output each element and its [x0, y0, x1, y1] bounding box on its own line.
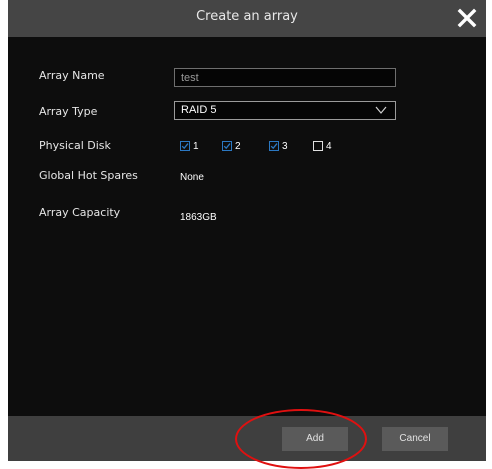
- create-array-dialog: Create an array Array Name Array Type RA…: [8, 0, 486, 461]
- close-icon[interactable]: [457, 8, 477, 28]
- array-capacity-label: Array Capacity: [39, 206, 121, 219]
- checkbox-checked-icon: [269, 141, 279, 151]
- disk-label: 1: [193, 140, 199, 152]
- disk-label: 3: [282, 140, 288, 152]
- array-type-select[interactable]: RAID 5: [174, 101, 396, 120]
- hot-spares-label: Global Hot Spares: [39, 169, 138, 182]
- array-capacity-value: 1863GB: [180, 212, 217, 223]
- dialog-footer: Add Cancel: [8, 416, 486, 461]
- disk-checkbox-1[interactable]: 1: [180, 139, 199, 153]
- physical-disk-label: Physical Disk: [39, 139, 111, 152]
- checkbox-checked-icon: [180, 141, 190, 151]
- chevron-down-icon: [375, 106, 387, 115]
- disk-label: 2: [235, 140, 241, 152]
- disk-checkbox-3[interactable]: 3: [269, 139, 288, 153]
- checkbox-unchecked-icon: [313, 141, 323, 151]
- array-type-label: Array Type: [39, 105, 98, 118]
- checkbox-checked-icon: [222, 141, 232, 151]
- array-type-value: RAID 5: [181, 104, 217, 116]
- add-button[interactable]: Add: [282, 427, 348, 451]
- hot-spares-value: None: [180, 172, 204, 183]
- array-name-label: Array Name: [39, 69, 105, 82]
- cancel-button[interactable]: Cancel: [382, 427, 448, 451]
- dialog-titlebar: Create an array: [8, 0, 486, 37]
- disk-checkbox-4[interactable]: 4: [313, 139, 332, 153]
- disk-checkbox-2[interactable]: 2: [222, 139, 241, 153]
- dialog-title: Create an array: [196, 9, 298, 24]
- array-name-input[interactable]: [174, 68, 396, 87]
- disk-label: 4: [326, 140, 332, 152]
